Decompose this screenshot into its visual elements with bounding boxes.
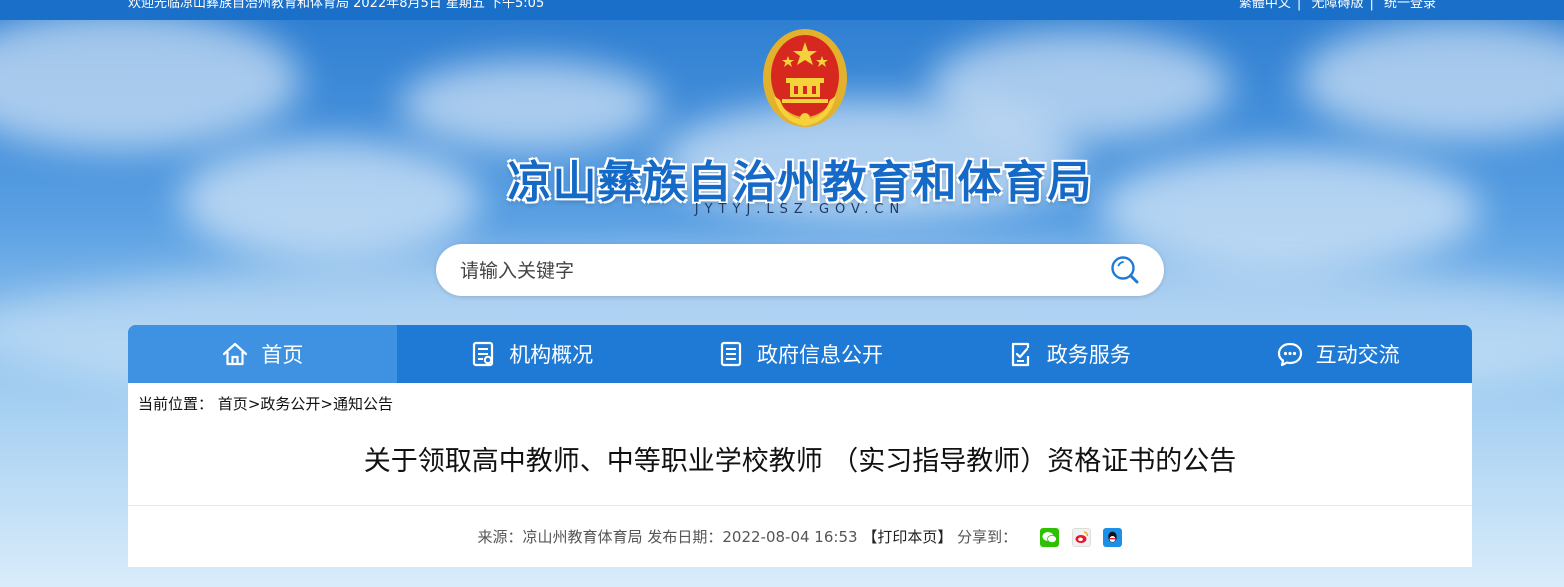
site-domain: JYTYJ.LSZ.GOV.CN: [694, 202, 906, 217]
accessibility-link[interactable]: 无障碍版: [1311, 0, 1363, 11]
date-value: 2022-08-04 16:53: [722, 528, 858, 546]
nav-item-home[interactable]: 首页: [128, 325, 397, 383]
nav-item-services[interactable]: 政务服务: [934, 325, 1203, 383]
document-icon: [720, 341, 742, 367]
source-value: 凉山州教育体育局: [522, 528, 643, 546]
search-input[interactable]: [458, 254, 1082, 288]
nav-item-label: 政府信息公开: [756, 343, 883, 367]
top-bar: 欢迎光临凉山彝族自治州教育和体育局 2022年8月5日 星期五 下午5:05 繁…: [0, 0, 1564, 20]
nav-item-interaction[interactable]: 互动交流: [1203, 325, 1472, 383]
top-links: 繁體中文 | 无障碍版 | 统一登录: [1233, 0, 1436, 11]
nav-item-organization[interactable]: 机构概况: [397, 325, 666, 383]
share-label: 分享到：: [957, 528, 1018, 546]
document-list-icon: [473, 341, 494, 367]
breadcrumb-item-home[interactable]: 首页: [218, 395, 248, 413]
checklist-icon: [1011, 342, 1029, 367]
welcome-text: 欢迎光临凉山彝族自治州教育和体育局 2022年8月5日 星期五 下午5:05: [128, 0, 545, 11]
nav-item-label: 政务服务: [1046, 343, 1131, 367]
breadcrumb-item-gov-affairs[interactable]: 政务公开: [260, 395, 320, 413]
breadcrumb-prefix: 当前位置：: [138, 395, 214, 413]
national-emblem-icon: [763, 29, 847, 127]
search-box: [436, 244, 1164, 296]
print-page-link[interactable]: 【打印本页】: [862, 528, 952, 546]
weibo-icon[interactable]: [1071, 528, 1091, 547]
search-icon[interactable]: [1108, 253, 1142, 287]
content-panel: 当前位置： 首页>政务公开>通知公告 关于领取高中教师、中等职业学校教师 （实习…: [128, 383, 1472, 567]
article-title: 关于领取高中教师、中等职业学校教师 （实习指导教师）资格证书的公告: [363, 446, 1237, 477]
main-nav: 首页 机构概况 政府信息公开 政务服务 互动交流: [128, 325, 1472, 383]
site-title: 凉山彝族自治州教育和体育局: [507, 157, 1093, 208]
nav-item-gov-info[interactable]: 政府信息公开: [666, 325, 935, 383]
share-icons: [1032, 528, 1123, 547]
traditional-chinese-link[interactable]: 繁體中文: [1239, 0, 1291, 11]
breadcrumb-item-notices[interactable]: 通知公告: [333, 395, 393, 413]
date-label: 发布日期：: [647, 528, 723, 546]
nav-item-label: 机构概况: [509, 343, 594, 367]
home-icon: [223, 342, 248, 366]
qq-icon[interactable]: [1103, 528, 1123, 547]
unified-login-link[interactable]: 统一登录: [1384, 0, 1436, 11]
chat-icon: [1277, 342, 1302, 367]
divider: [128, 505, 1472, 506]
nav-item-label: 互动交流: [1315, 343, 1400, 367]
wechat-icon[interactable]: [1039, 528, 1059, 547]
article-meta: 来源：凉山州教育体育局 发布日期：2022-08-04 16:53 【打印本页】…: [128, 526, 1472, 547]
nav-item-label: 首页: [261, 343, 304, 367]
source-label: 来源：: [477, 528, 523, 546]
breadcrumb: 当前位置： 首页>政务公开>通知公告: [138, 395, 393, 413]
